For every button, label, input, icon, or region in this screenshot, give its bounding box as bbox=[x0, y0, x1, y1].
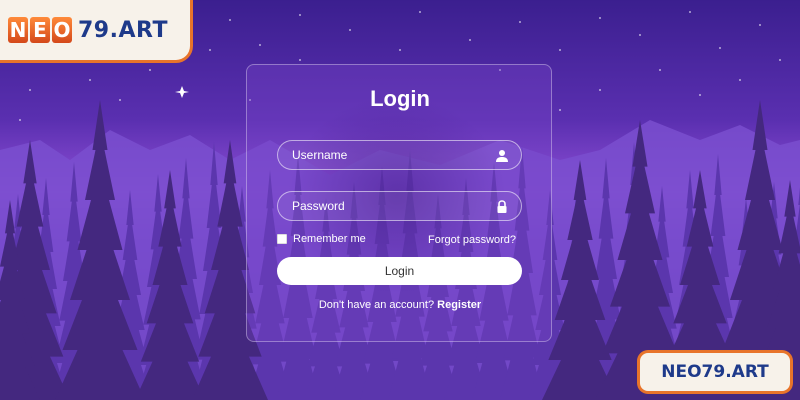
register-prompt: Don't have an account? bbox=[318, 299, 435, 311]
logo-neo-letters: N E O bbox=[8, 17, 74, 43]
remember-checkbox[interactable] bbox=[277, 234, 287, 244]
star bbox=[19, 119, 21, 121]
logo-letter: O bbox=[52, 17, 72, 43]
logo-letter: E bbox=[30, 17, 50, 43]
star bbox=[689, 11, 691, 13]
logo-letter: N bbox=[8, 17, 28, 43]
star bbox=[149, 69, 151, 71]
lock-icon bbox=[497, 200, 507, 213]
star bbox=[469, 39, 471, 41]
star bbox=[89, 79, 91, 81]
star bbox=[399, 49, 401, 51]
username-placeholder: Username bbox=[292, 148, 348, 162]
star bbox=[349, 29, 351, 31]
star bbox=[229, 19, 231, 21]
star bbox=[659, 69, 661, 71]
star bbox=[559, 49, 561, 51]
register-line: Don't have an account? Register bbox=[0, 299, 800, 311]
star bbox=[519, 21, 521, 23]
star bbox=[739, 79, 741, 81]
username-input[interactable]: Username bbox=[277, 140, 522, 170]
remember-me[interactable]: Remember me bbox=[277, 233, 366, 245]
login-button[interactable]: Login bbox=[277, 257, 522, 285]
password-placeholder: Password bbox=[292, 199, 345, 213]
star bbox=[599, 17, 601, 19]
star bbox=[259, 44, 261, 46]
remember-label: Remember me bbox=[293, 233, 366, 245]
star bbox=[209, 49, 211, 51]
star bbox=[719, 47, 721, 49]
star bbox=[299, 59, 301, 61]
brand-logo-top-left[interactable]: N E O 79.ART bbox=[0, 0, 190, 60]
star bbox=[779, 59, 781, 61]
star bbox=[419, 11, 421, 13]
forgot-password-link[interactable]: Forgot password? bbox=[428, 233, 516, 247]
register-link[interactable]: Register bbox=[437, 299, 481, 311]
brand-logo-bottom-right[interactable]: NEO79.ART bbox=[640, 353, 790, 391]
login-title: Login bbox=[370, 86, 430, 111]
star bbox=[299, 14, 301, 16]
password-input[interactable]: Password bbox=[277, 191, 522, 221]
logo-rest-text: 79.ART bbox=[78, 17, 168, 43]
star bbox=[639, 34, 641, 36]
star bbox=[759, 24, 761, 26]
user-icon bbox=[496, 150, 508, 162]
